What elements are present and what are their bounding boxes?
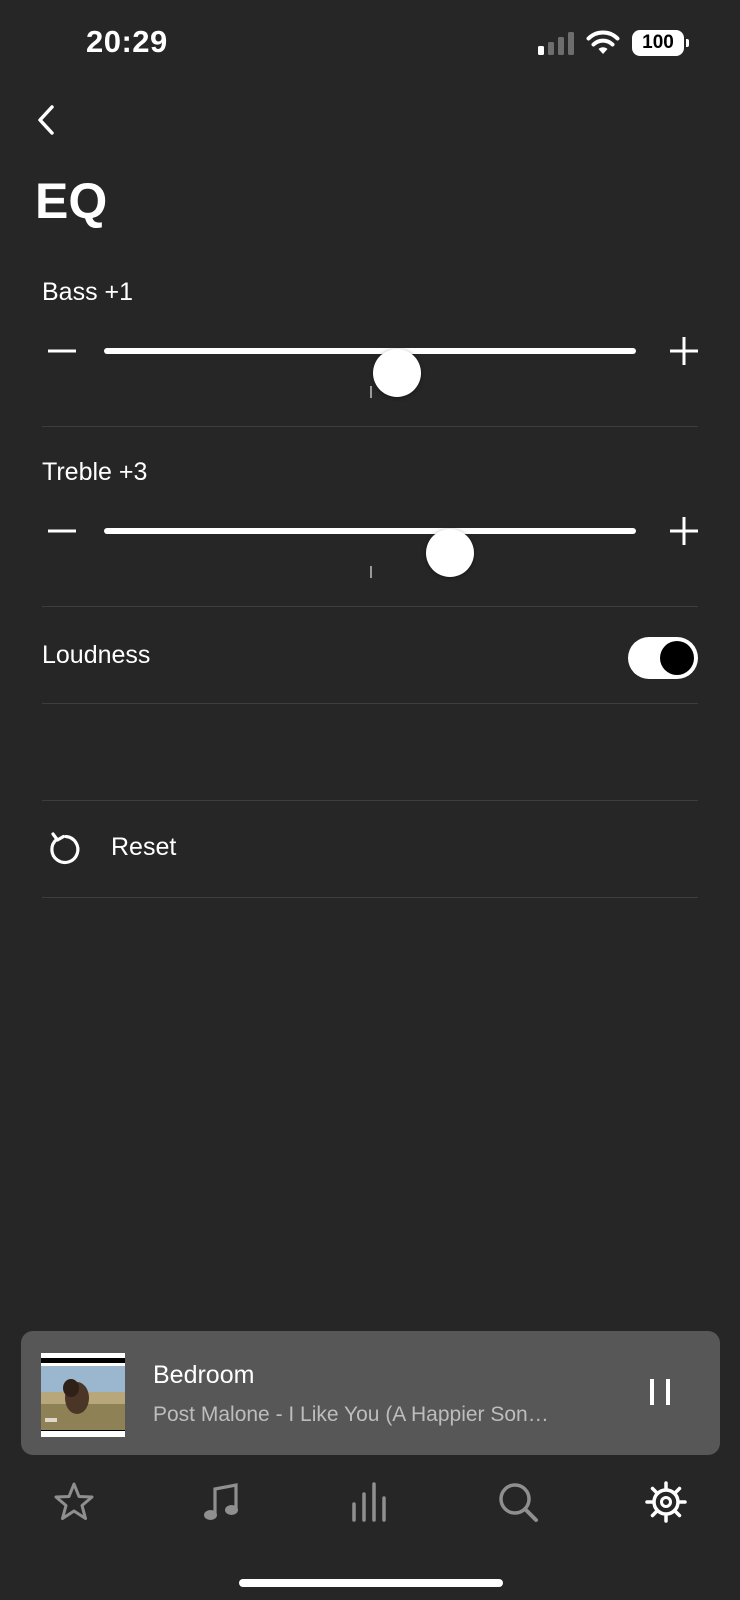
now-playing-track: Post Malone - I Like You (A Happier Son… (153, 1403, 549, 1426)
empty-row (42, 704, 698, 801)
bass-slider-track[interactable] (104, 348, 636, 397)
loudness-label: Loudness (42, 641, 151, 669)
status-bar: 20:29 100 (0, 0, 740, 90)
bass-slider-thumb[interactable] (372, 349, 421, 397)
treble-slider-thumb[interactable] (425, 529, 474, 577)
now-playing-bar[interactable]: Bedroom Post Malone - I Like You (A Happ… (21, 1331, 720, 1455)
tab-music[interactable] (192, 1472, 252, 1532)
gear-icon (645, 1481, 687, 1523)
back-button[interactable] (26, 100, 66, 140)
tab-rooms[interactable] (340, 1472, 400, 1532)
treble-section: Treble +3 (42, 427, 698, 607)
treble-slider-track[interactable] (104, 528, 636, 577)
plus-icon (670, 517, 698, 545)
reset-row[interactable]: Reset (42, 801, 698, 898)
star-icon (54, 1482, 94, 1520)
search-icon (499, 1483, 538, 1522)
page-title: EQ (35, 173, 108, 229)
bass-section: Bass +1 (42, 276, 698, 427)
loudness-row: Loudness (42, 607, 698, 704)
treble-increase-button[interactable] (664, 506, 704, 556)
plus-icon (670, 337, 698, 365)
bass-center-tick (370, 386, 372, 398)
volume-bars-icon (352, 1482, 386, 1522)
reset-label: Reset (111, 833, 177, 861)
loudness-toggle-knob (660, 641, 694, 675)
bass-label: Bass +1 (42, 278, 134, 306)
minus-icon (48, 529, 76, 533)
music-note-icon (204, 1483, 238, 1520)
home-indicator (239, 1579, 503, 1587)
tab-settings[interactable] (636, 1472, 696, 1532)
reset-icon (50, 832, 80, 865)
tab-bar (0, 1472, 740, 1532)
bass-decrease-button[interactable] (42, 326, 82, 376)
chevron-left-icon (38, 105, 54, 135)
loudness-toggle[interactable] (628, 637, 698, 679)
tab-search[interactable] (488, 1472, 548, 1532)
wifi-icon (586, 30, 620, 54)
now-playing-room: Bedroom (153, 1361, 255, 1389)
pause-button[interactable] (640, 1371, 680, 1415)
treble-decrease-button[interactable] (42, 506, 82, 556)
minus-icon (48, 349, 76, 353)
bass-slider-row (42, 326, 698, 398)
treble-label: Treble +3 (42, 458, 148, 486)
status-icons: 100 (538, 30, 689, 56)
treble-center-tick (370, 566, 372, 578)
tab-favorites[interactable] (44, 1472, 104, 1532)
bass-increase-button[interactable] (664, 326, 704, 376)
album-art (41, 1353, 125, 1437)
treble-slider-row (42, 506, 698, 578)
battery-icon: 100 (632, 30, 689, 56)
cellular-signal-icon (538, 31, 574, 55)
status-time: 20:29 (86, 24, 168, 59)
